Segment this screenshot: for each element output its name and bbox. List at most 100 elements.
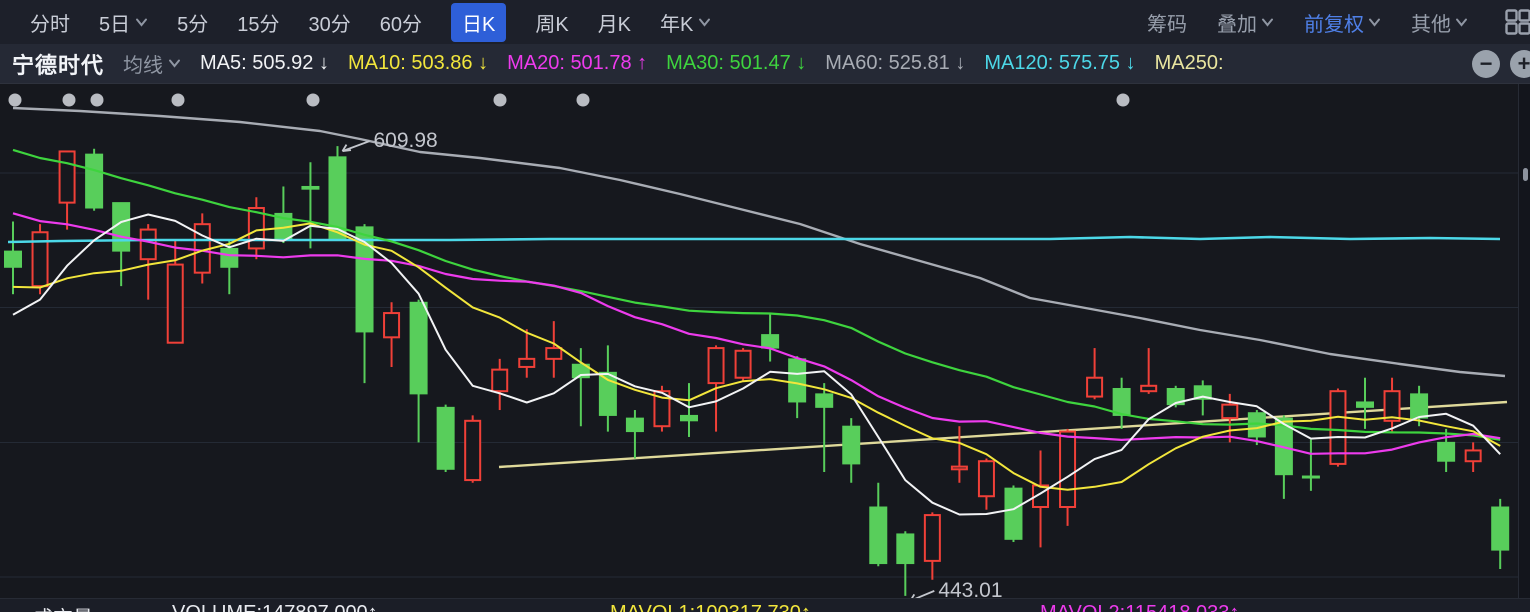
volume-label: MAVOL2:115418.033↑ — [1040, 602, 1239, 612]
candle-body-up — [977, 460, 995, 498]
tab-分时[interactable]: 分时 — [30, 8, 70, 37]
event-marker-dot[interactable] — [493, 93, 507, 107]
volume-label: 成交量 — [33, 602, 93, 612]
candle-body-up — [58, 150, 76, 204]
period-tab-bar: 分时 5日 5分 15分 30分 60分 日K 周K 月K 年K 筹码 叠加 前复权 其他 — [0, 0, 1530, 44]
candle-body-up — [464, 419, 482, 482]
candle-body-up — [491, 368, 509, 393]
candle-body-down — [409, 301, 428, 395]
tab-5分[interactable]: 5分 — [177, 8, 208, 37]
candle-body-down — [625, 417, 644, 433]
tab-周K[interactable]: 周K — [535, 8, 568, 37]
candle-body-up — [1140, 384, 1158, 393]
tab-60分[interactable]: 60分 — [380, 8, 422, 37]
candle-body-up — [166, 263, 184, 344]
tool-筹码[interactable]: 筹码 — [1147, 8, 1187, 37]
tab-label: 30分 — [308, 13, 351, 36]
candle-body-down — [815, 393, 834, 408]
candle-body-up — [1086, 376, 1104, 398]
event-marker-dot[interactable] — [1116, 93, 1130, 107]
ma-legend-MA10: MA10: 503.86 ↓ — [347, 52, 489, 74]
candle-body-down — [761, 334, 780, 349]
candle-body-down — [301, 185, 320, 190]
tab-label: 5分 — [177, 13, 209, 36]
candle-body-up — [139, 228, 157, 261]
volume-label: MAVOL1:100317.730↑ — [610, 602, 811, 612]
event-marker-dot[interactable] — [8, 93, 22, 107]
tab-label: 60分 — [379, 13, 422, 36]
candle-body-up — [734, 349, 752, 379]
scroll-handle[interactable] — [1523, 168, 1528, 181]
ma30-line — [12, 148, 1501, 441]
chevron-down-icon — [1456, 18, 1467, 27]
candle-body-down — [1491, 506, 1510, 551]
candle-body-up — [1059, 430, 1077, 509]
tab-label: 年K — [660, 13, 694, 36]
ma-legend-MA120: MA120: 575.75 ↓ — [984, 52, 1136, 74]
candle-body-down — [896, 533, 915, 565]
tab-15分[interactable]: 15分 — [237, 8, 279, 37]
ma-legend-bar: 宁德时代 均线 MA5: 505.92 ↓ MA10: 503.86 ↓ MA20:… — [0, 44, 1530, 84]
layout-grid-icon[interactable] — [1505, 9, 1530, 40]
ma60-line — [12, 106, 1506, 378]
tab-月K[interactable]: 月K — [598, 8, 631, 37]
candle-body-up — [383, 312, 401, 339]
ma-legend-MA20: MA20: 501.78 ↑ — [507, 52, 648, 74]
candle-body-down — [1004, 487, 1023, 540]
tab-label: 月K — [597, 13, 632, 36]
ma-legend-values: MA5: 505.92 ↓ MA10: 503.86 ↓ MA20: 501.78 … — [200, 52, 1224, 75]
candle-body-up — [707, 347, 725, 385]
event-marker-dot[interactable] — [306, 93, 320, 107]
candle-body-up — [518, 357, 536, 368]
event-marker-dot[interactable] — [171, 93, 185, 107]
candle-body-up — [1464, 449, 1482, 463]
tab-30分[interactable]: 30分 — [309, 8, 351, 37]
candle-body-down — [680, 414, 698, 422]
candle-body-up — [1221, 403, 1239, 420]
ma-type-selector[interactable]: 均线 — [123, 49, 181, 78]
tab-label: 周K — [535, 13, 569, 36]
right-scroll-strip[interactable] — [1518, 84, 1530, 598]
tab-label: 5日 — [99, 13, 131, 36]
candle-body-up — [950, 465, 968, 471]
candle-body-down — [842, 425, 861, 465]
tool-label: 前复权 — [1304, 13, 1364, 36]
volume-label: VOLUME:147897.000↑ — [172, 602, 378, 612]
candlestick-chart[interactable]: 609.98 443.01 — [0, 84, 1518, 602]
chevron-down-icon — [1262, 18, 1273, 27]
trendline[interactable] — [498, 400, 1508, 469]
tab-年K[interactable]: 年K — [660, 8, 711, 37]
ma120-line — [7, 235, 1501, 244]
event-marker-dot[interactable] — [576, 93, 590, 107]
period-tabs: 分时 5日 5分 15分 30分 60分 日K 周K 月K 年K — [0, 2, 711, 42]
zoom-out-button[interactable]: − — [1472, 50, 1500, 78]
candle-body-down — [4, 250, 22, 268]
tab-5日[interactable]: 5日 — [99, 8, 148, 37]
chart-canvas[interactable]: 609.98 443.01 — [0, 84, 1518, 602]
ma-legend-MA30: MA30: 501.47 ↓ — [666, 52, 807, 74]
ma-type-selector-label: 均线 — [123, 55, 164, 77]
candle-body-down — [1410, 393, 1429, 419]
chevron-down-icon — [136, 18, 148, 27]
candle-body-up — [923, 514, 941, 562]
event-marker-dot[interactable] — [90, 93, 104, 107]
chevron-down-icon — [1369, 18, 1380, 27]
tool-叠加[interactable]: 叠加 — [1217, 8, 1274, 37]
chevron-down-icon — [169, 59, 181, 68]
ma-legend-MA60: MA60: 525.81 ↓ — [825, 52, 966, 74]
candle-body-down — [869, 506, 888, 565]
candle-body-down — [85, 153, 104, 209]
tab-日K[interactable]: 日K — [451, 2, 507, 42]
tool-label: 筹码 — [1147, 13, 1187, 36]
volume-pane-header: 成交量 VOLUME:147897.000↑ MAVOL1:100317.730↑ M… — [0, 598, 1530, 612]
event-marker-dot[interactable] — [62, 93, 76, 107]
tool-label: 其他 — [1411, 13, 1451, 36]
candle-body-down — [1356, 401, 1374, 408]
stock-chart-app: { "topbar": { "tabs": [ {"label":"分时","c… — [0, 0, 1530, 612]
ma-legend-MA5: MA5: 505.92 ↓ — [200, 52, 329, 74]
tool-其他[interactable]: 其他 — [1411, 8, 1468, 37]
candle-body-down — [1301, 475, 1320, 479]
tool-前复权[interactable]: 前复权 — [1304, 8, 1381, 37]
tab-label: 15分 — [237, 13, 280, 36]
zoom-in-button[interactable]: + — [1510, 50, 1530, 78]
